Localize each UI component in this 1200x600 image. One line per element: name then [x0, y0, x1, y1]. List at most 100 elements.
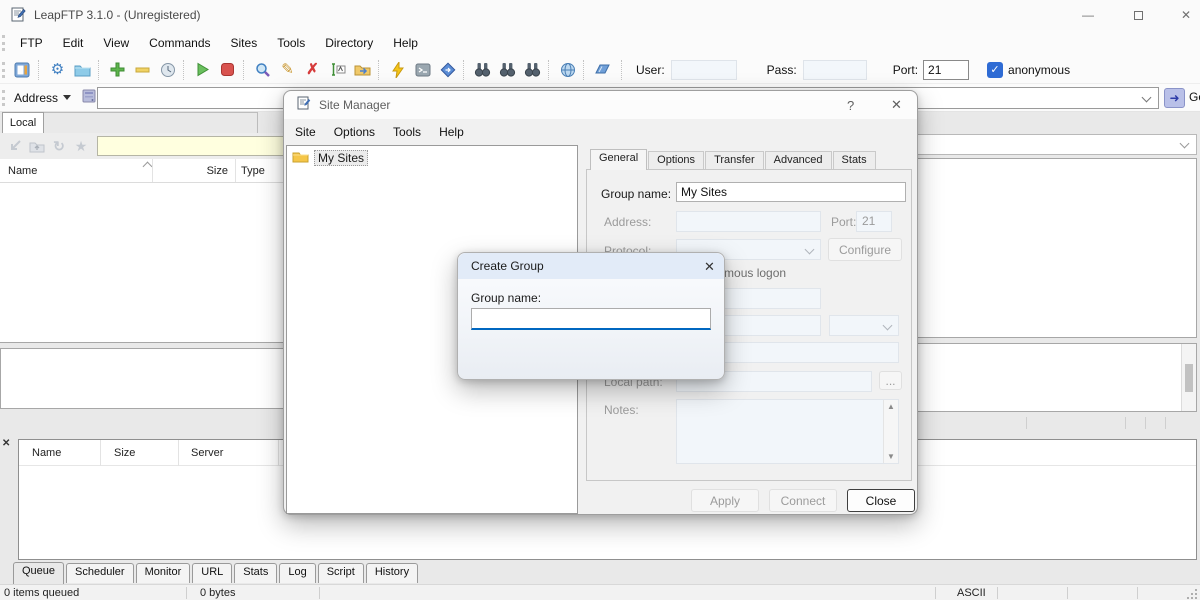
add-icon[interactable] — [105, 59, 130, 81]
tab-stats[interactable]: Stats — [234, 563, 277, 583]
tab-local[interactable]: Local — [2, 112, 44, 133]
configure-button[interactable]: Configure — [828, 238, 902, 261]
menu-commands[interactable]: Commands — [139, 32, 220, 54]
maximize-icon — [1134, 11, 1143, 20]
quick-connect-icon[interactable] — [385, 59, 410, 81]
proxy-globe-icon[interactable] — [555, 59, 580, 81]
address-input[interactable] — [676, 211, 821, 232]
tab-scheduler[interactable]: Scheduler — [66, 563, 134, 583]
status-bytes: 0 bytes — [200, 587, 235, 599]
go-button[interactable]: ➜ — [1164, 88, 1185, 108]
notes-scrollbar[interactable]: ▲ ▼ — [883, 400, 898, 463]
apply-button[interactable]: Apply — [691, 489, 759, 512]
find-prev-icon[interactable] — [520, 59, 545, 81]
address-dropdown-icon[interactable] — [63, 95, 71, 100]
parent-folder-icon[interactable] — [26, 136, 48, 156]
address-combo-chevron-icon[interactable] — [1142, 93, 1152, 103]
connect-button[interactable]: Connect — [769, 489, 837, 512]
settings-gear-icon[interactable]: ⚙ — [45, 59, 70, 81]
tab-log[interactable]: Log — [279, 563, 315, 583]
port-label: Port: — [831, 215, 856, 229]
goto-diamond-icon[interactable] — [435, 59, 460, 81]
sync-folder-icon[interactable] — [350, 59, 375, 81]
console-icon[interactable] — [410, 59, 435, 81]
tree-item-my-sites[interactable]: My Sites — [292, 150, 577, 166]
menu-edit[interactable]: Edit — [53, 32, 94, 54]
remote-combo-chevron-icon[interactable] — [1180, 139, 1190, 149]
menu-sites[interactable]: Sites — [221, 32, 268, 54]
toolbar-grip — [2, 62, 7, 78]
delete-icon[interactable]: ✗ — [300, 59, 325, 81]
menu-directory[interactable]: Directory — [315, 32, 383, 54]
rename-icon[interactable] — [325, 59, 350, 81]
dialog-close-button[interactable]: ✕ — [704, 259, 715, 275]
menu-help[interactable]: Help — [383, 32, 428, 54]
connect-arrow-icon[interactable] — [4, 136, 26, 156]
help-book-icon[interactable] — [590, 59, 615, 81]
menu-site[interactable]: Site — [286, 121, 325, 143]
browse-button[interactable]: ... — [879, 371, 902, 390]
search-icon[interactable] — [250, 59, 275, 81]
tab-script[interactable]: Script — [318, 563, 364, 583]
minimize-button[interactable]: — — [1068, 0, 1108, 30]
column-header-size[interactable]: Size — [205, 165, 228, 177]
anonymous-checkbox[interactable]: ✓ — [987, 62, 1003, 78]
status-queued: 0 items queued — [4, 587, 79, 599]
tree-item-label[interactable]: My Sites — [314, 150, 368, 166]
tab-options[interactable]: Options — [648, 151, 704, 170]
column-header-name[interactable]: Name — [8, 165, 37, 177]
maximize-button[interactable] — [1118, 0, 1158, 30]
menu-tools[interactable]: Tools — [267, 32, 315, 54]
remote-log-scrollbar[interactable] — [1181, 344, 1196, 411]
edit-pencil-icon[interactable]: ✎ — [275, 59, 300, 81]
site-manager-menu: Site Options Tools Help — [284, 119, 917, 145]
tab-general[interactable]: General — [590, 149, 647, 170]
menu-ftp[interactable]: FTP — [10, 32, 53, 54]
user-input[interactable] — [671, 60, 737, 80]
queue-close-icon[interactable]: ✕ — [2, 438, 10, 449]
help-button[interactable]: ? — [847, 98, 854, 113]
menu-options[interactable]: Options — [325, 121, 384, 143]
column-header-server[interactable]: Server — [191, 447, 223, 459]
close-button[interactable]: ✕ — [1166, 0, 1200, 30]
stop-transfer-icon[interactable] — [215, 59, 240, 81]
port-input[interactable]: 21 — [856, 211, 892, 232]
sort-asc-icon — [143, 162, 153, 172]
port-input[interactable] — [923, 60, 969, 80]
find-next-icon[interactable] — [495, 59, 520, 81]
scroll-up-icon[interactable]: ▲ — [887, 402, 895, 411]
dialog-close-button[interactable]: ✕ — [891, 97, 902, 113]
tab-history[interactable]: History — [366, 563, 418, 583]
schedule-clock-icon[interactable] — [155, 59, 180, 81]
column-header-type[interactable]: Type — [241, 165, 265, 177]
tab-monitor[interactable]: Monitor — [136, 563, 191, 583]
column-header-size[interactable]: Size — [114, 447, 135, 459]
scrollbar-thumb[interactable] — [1185, 364, 1193, 392]
password-type-select[interactable] — [829, 315, 899, 336]
folder-icon[interactable] — [70, 59, 95, 81]
start-transfer-icon[interactable] — [190, 59, 215, 81]
column-header-name[interactable]: Name — [32, 447, 61, 459]
pass-input[interactable] — [803, 60, 867, 80]
refresh-icon[interactable]: ↻ — [48, 136, 70, 156]
tab-queue[interactable]: Queue — [13, 562, 64, 584]
notes-textarea[interactable]: ▲ ▼ — [676, 399, 899, 464]
tab-stats[interactable]: Stats — [833, 151, 876, 170]
favorites-star-icon[interactable]: ★ — [70, 136, 92, 156]
menu-help[interactable]: Help — [430, 121, 473, 143]
remove-icon[interactable] — [130, 59, 155, 81]
scroll-down-icon[interactable]: ▼ — [887, 452, 895, 461]
tab-url[interactable]: URL — [192, 563, 232, 583]
menu-view[interactable]: View — [93, 32, 139, 54]
group-name-input[interactable] — [471, 308, 711, 330]
resize-grip[interactable] — [1187, 589, 1197, 599]
menu-tools[interactable]: Tools — [384, 121, 430, 143]
site-manager-icon[interactable] — [10, 59, 35, 81]
tab-advanced[interactable]: Advanced — [765, 151, 832, 170]
tab-transfer[interactable]: Transfer — [705, 151, 764, 170]
group-name-input[interactable] — [676, 182, 906, 202]
address-label[interactable]: Address — [14, 91, 58, 105]
close-dialog-button[interactable]: Close — [847, 489, 915, 512]
find-icon[interactable] — [470, 59, 495, 81]
user-label: User: — [636, 63, 665, 77]
